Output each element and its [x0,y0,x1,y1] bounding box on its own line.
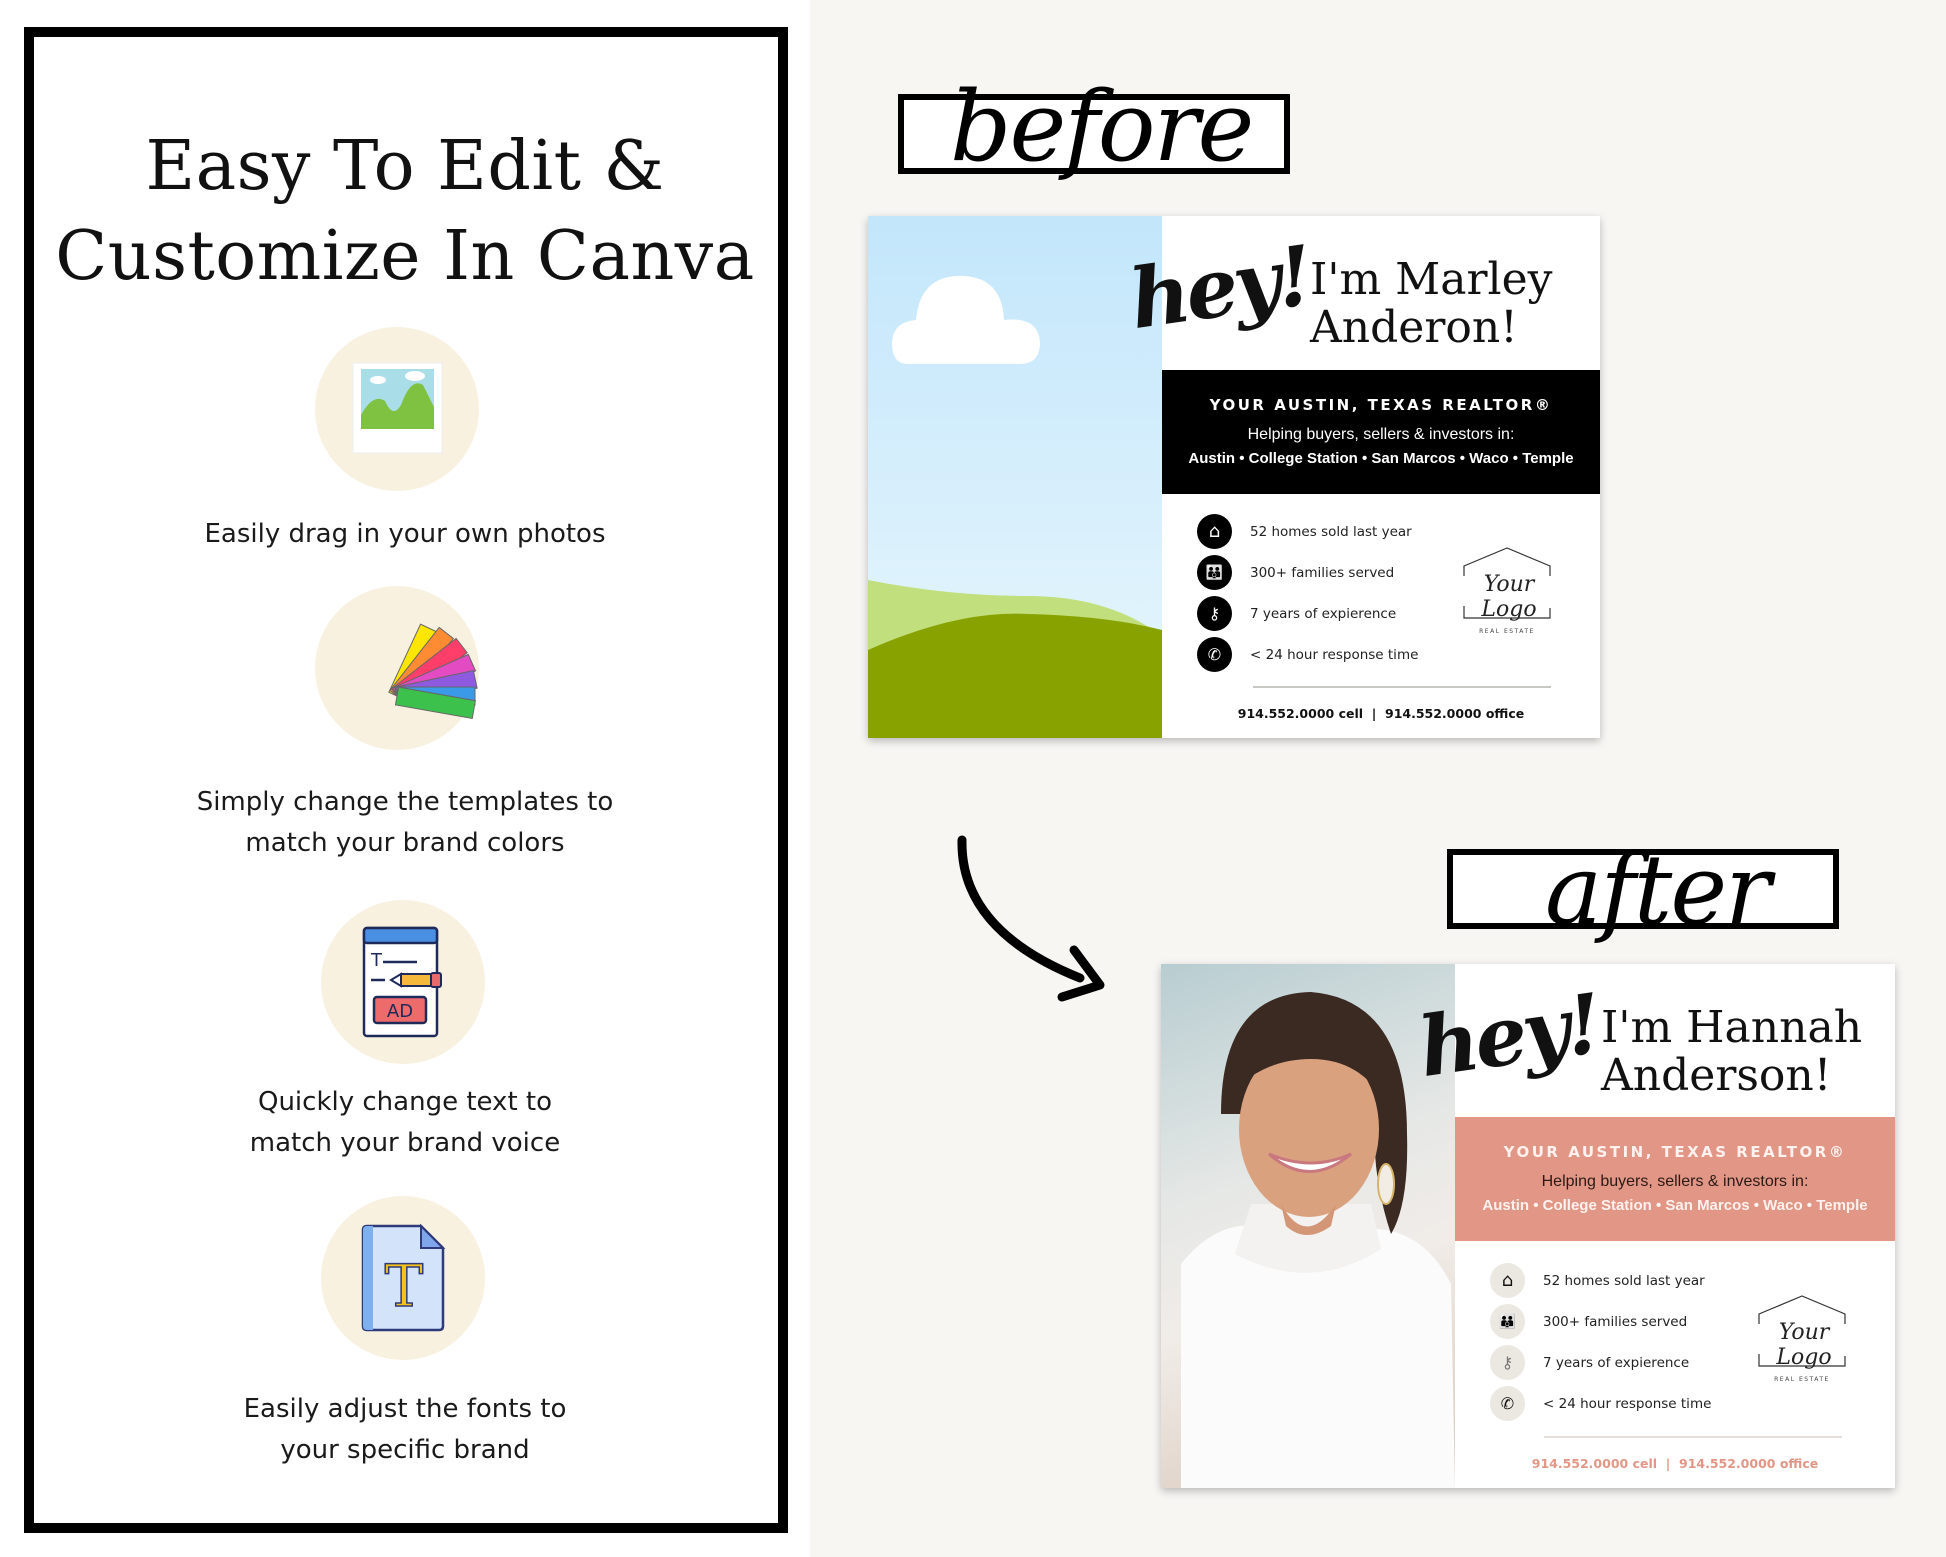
agent-portrait-photo [1161,964,1455,1488]
stat-item: ⌂ 52 homes sold last year [1197,514,1412,549]
feature-caption-line: match your brand colors [245,828,565,858]
logo-subtitle: REAL ESTATE [1479,628,1535,635]
svg-text:T: T [385,1252,424,1320]
stat-item: ⚷ 7 years of expierence [1490,1345,1689,1380]
feature-icon-circle [315,586,479,750]
headline: Easy To Edit & Customize In Canva [0,122,810,302]
stat-item: ⌂ 52 homes sold last year [1490,1263,1705,1298]
stat-text: < 24 hour response time [1543,1395,1712,1412]
stat-text: 7 years of expierence [1250,605,1397,622]
stat-text: 300+ families served [1543,1313,1688,1330]
before-label: before [950,71,1254,183]
feature-caption-line: Easily adjust the fonts to [243,1394,567,1424]
landscape-illustration [868,275,1162,738]
after-label: after [1545,834,1771,946]
logo-subtitle: REAL ESTATE [1774,1376,1830,1383]
stat-text: 300+ families served [1250,564,1395,581]
band-cities: Austin • College Station • San Marcos • … [1482,1197,1868,1214]
stat-item: ⚷ 7 years of expierence [1197,596,1396,631]
band-title: YOUR AUSTIN, TEXAS REALTOR® [1209,396,1553,414]
curved-arrow-icon [957,835,1105,1002]
stat-item: 👪 300+ families served [1490,1304,1687,1339]
agent-name: I'm Marley Anderon! [1310,256,1552,352]
stat-text: 52 homes sold last year [1543,1272,1705,1289]
band-title: YOUR AUSTIN, TEXAS REALTOR® [1503,1143,1847,1161]
headline-line-1: Easy To Edit & [145,127,665,206]
feature-caption-line: match your brand voice [249,1128,561,1158]
whatsapp-icon: ✆ [1490,1386,1525,1421]
band-cities: Austin • College Station • San Marcos • … [1188,450,1574,467]
phone-numbers: 914.552.0000 cell | 914.552.0000 office [1531,1456,1819,1471]
key-icon: ⚷ [1490,1345,1525,1380]
feature-icon-circle: T AD [321,900,485,1064]
realtor-band: YOUR AUSTIN, TEXAS REALTOR® Helping buye… [1455,1117,1895,1241]
agent-name-line: Anderson! [1601,1050,1832,1101]
stat-text: < 24 hour response time [1250,646,1419,663]
key-icon: ⚷ [1197,596,1232,631]
color-swatch-icon [388,623,478,719]
logo-script: Your Logo [1481,572,1537,622]
logo-script: Your Logo [1776,1320,1832,1370]
stat-item: 👪 300+ families served [1197,555,1394,590]
feature-icon-circle: T [321,1196,485,1360]
stat-item: ✆ < 24 hour response time [1490,1386,1711,1421]
after-card: hey! I'm Hannah Anderson! YOUR AUSTIN, T… [1161,964,1895,1488]
agent-name-line: I'm Hannah [1601,1002,1863,1053]
divider [1253,686,1551,688]
house-icon: ⌂ [1490,1263,1525,1298]
headline-line-2: Customize In Canva [55,217,755,296]
band-subtitle: Helping buyers, sellers & investors in: [1247,426,1515,443]
family-icon: 👪 [1490,1304,1525,1339]
stat-text: 52 homes sold last year [1250,523,1412,540]
feature-caption-line: your specific brand [280,1435,530,1465]
svg-text:T: T [370,950,383,971]
feature-caption-line: Simply change the templates to [196,787,614,817]
stat-text: 7 years of expierence [1543,1354,1690,1371]
agent-name-line: I'm Marley [1310,254,1553,305]
text-edit-ad-icon: T AD [362,926,442,1038]
stat-item: ✆ < 24 hour response time [1197,637,1418,672]
feature-caption: Quickly change text to match your brand … [0,1082,810,1164]
family-icon: 👪 [1197,555,1232,590]
agent-name-line: Anderon! [1310,302,1518,353]
agent-name: I'm Hannah Anderson! [1601,1004,1862,1100]
before-card: hey! I'm Marley Anderon! YOUR AUSTIN, TE… [868,216,1600,738]
realtor-band: YOUR AUSTIN, TEXAS REALTOR® Helping buye… [1162,370,1600,494]
feature-caption: Easily drag in your own photos [0,514,810,555]
band-subtitle: Helping buyers, sellers & investors in: [1541,1173,1809,1190]
svg-text:AD: AD [387,1001,413,1022]
feature-caption-line: Easily drag in your own photos [204,519,606,549]
feature-caption: Easily adjust the fonts to your specific… [0,1389,810,1471]
portrait-illustration [1181,992,1455,1488]
placeholder-landscape-image [868,216,1162,738]
font-file-icon: T [361,1223,446,1332]
photo-icon [352,362,443,454]
house-icon: ⌂ [1197,514,1232,549]
phone-numbers: 914.552.0000 cell | 914.552.0000 office [1237,706,1525,721]
feature-icon-circle [315,327,479,491]
whatsapp-icon: ✆ [1197,637,1232,672]
feature-caption-line: Quickly change text to [257,1087,553,1117]
divider [1544,1436,1842,1438]
feature-caption: Simply change the templates to match you… [0,782,810,864]
your-logo: Your Logo REAL ESTATE [1747,1294,1857,1394]
your-logo: Your Logo REAL ESTATE [1452,546,1562,646]
